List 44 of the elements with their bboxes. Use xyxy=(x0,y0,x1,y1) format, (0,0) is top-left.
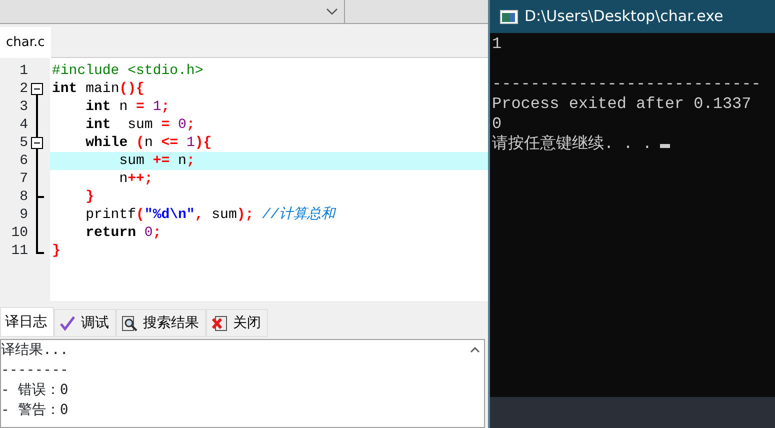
log-line: -------- xyxy=(1,361,70,380)
code-line: printf("%d\n", sum); //计算总和 xyxy=(84,206,338,224)
search-icon xyxy=(121,314,138,332)
log-line: - 错误：0 xyxy=(1,381,70,400)
code-line: int sum = 0; xyxy=(84,116,196,134)
check-icon xyxy=(59,314,76,332)
file-tab[interactable]: char.c xyxy=(0,27,51,58)
console-line: Process exited after 0.1337 xyxy=(491,94,752,114)
line-number: 6 xyxy=(18,152,28,170)
line-number: 7 xyxy=(18,170,28,188)
code-line: #include <stdio.h> xyxy=(51,62,204,80)
window-title: D:\Users\Desktop\char.exe xyxy=(524,6,724,28)
close-icon xyxy=(211,314,228,332)
console-line: 请按任意键继续. . . xyxy=(490,134,775,154)
line-number: 9 xyxy=(18,206,28,224)
panel-tab[interactable]: 调试 xyxy=(54,309,116,338)
line-number: 10 xyxy=(10,224,28,242)
collapse-toggle[interactable] xyxy=(31,134,44,152)
collapse-toggle[interactable] xyxy=(31,83,44,98)
code-line: } xyxy=(51,242,62,260)
console-line: 1 xyxy=(491,34,503,54)
separator-line: ---------------------------- xyxy=(491,74,762,94)
log-line: - 警告：0 xyxy=(1,401,70,420)
panel-tab[interactable]: 搜索结果 xyxy=(116,309,206,338)
line-number: 5 xyxy=(18,134,28,152)
code-line: int main(){ xyxy=(51,80,146,98)
scroll-up-icon[interactable] xyxy=(470,346,480,353)
line-number: 4 xyxy=(18,116,28,134)
line-number: 3 xyxy=(18,98,28,116)
code-line: n++; xyxy=(118,170,154,188)
panel-tab[interactable]: 关闭 xyxy=(206,309,268,338)
console-window-icon xyxy=(500,10,518,24)
line-number: 1 xyxy=(18,62,28,80)
log-line: 译结果... xyxy=(1,341,70,360)
code-line: } xyxy=(84,188,96,206)
code-line: while (n <= 1){ xyxy=(84,134,213,152)
console-line: 0 xyxy=(491,114,503,134)
code-line: return 0; xyxy=(84,224,162,242)
panel-tab[interactable]: 译日志 xyxy=(0,307,54,338)
caret-icon xyxy=(326,8,338,16)
code-line: int n = 1; xyxy=(84,98,171,116)
line-number: 2 xyxy=(18,80,28,98)
line-number: 8 xyxy=(18,188,28,206)
line-number: 11 xyxy=(10,242,28,260)
